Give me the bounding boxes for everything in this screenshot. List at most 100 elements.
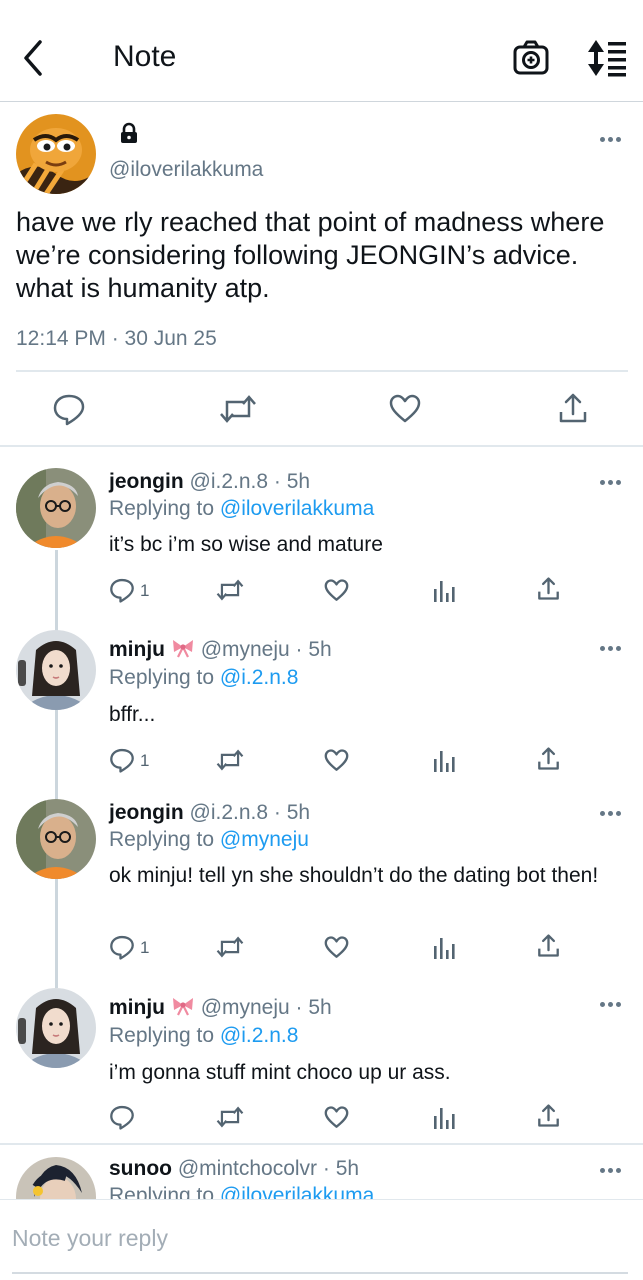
reply-header: sunoo @mintchocolvr · 5h — [109, 1157, 359, 1181]
like-icon — [389, 394, 421, 423]
like-icon — [324, 579, 349, 601]
reply-icon — [110, 578, 134, 603]
post-text: have we rly reached that point of madnes… — [16, 207, 605, 303]
replying-to: Replying to @iloverilakkuma — [109, 497, 374, 521]
share-icon — [559, 393, 587, 423]
author-handle[interactable]: @iloverilakkuma — [109, 158, 263, 182]
mention-link[interactable]: @i.2.n.8 — [220, 1024, 299, 1047]
retweet-button[interactable] — [216, 579, 244, 606]
like-icon — [324, 749, 349, 771]
handle[interactable]: @i.2.n.8 — [190, 801, 269, 824]
camera-icon — [513, 40, 549, 75]
reply-input[interactable] — [12, 1220, 622, 1256]
share-button[interactable] — [558, 392, 588, 429]
display-name[interactable]: minju — [109, 996, 165, 1019]
replying-label: Replying to — [109, 666, 220, 689]
more-options-icon[interactable] — [598, 998, 624, 1012]
mention-link[interactable]: @iloverilakkuma — [220, 1184, 374, 1199]
reply-button[interactable] — [109, 577, 135, 608]
chevron-left-icon — [24, 40, 42, 76]
divider — [16, 370, 628, 372]
reply-icon — [110, 935, 134, 960]
back-button[interactable] — [18, 38, 52, 78]
views-button[interactable] — [433, 749, 455, 778]
time-ago: · 5h — [322, 1157, 360, 1180]
retweet-button[interactable] — [216, 936, 244, 963]
analytics-icon — [434, 938, 455, 959]
sort-button[interactable] — [584, 38, 628, 78]
views-button[interactable] — [433, 936, 455, 965]
retweet-icon — [220, 395, 256, 423]
display-name[interactable]: jeongin — [109, 470, 184, 493]
reply-button[interactable] — [52, 392, 86, 431]
more-options-icon[interactable] — [598, 807, 624, 821]
like-button[interactable] — [324, 579, 349, 607]
share-button[interactable] — [537, 1103, 560, 1133]
more-options-icon[interactable] — [598, 133, 624, 147]
reply-button[interactable] — [109, 934, 135, 965]
divider — [0, 1143, 643, 1145]
handle[interactable]: @myneju — [201, 996, 290, 1019]
mention-link[interactable]: @iloverilakkuma — [220, 497, 374, 520]
handle[interactable]: @mintchocolvr — [178, 1157, 317, 1180]
share-button[interactable] — [537, 933, 560, 963]
avatar[interactable] — [16, 799, 96, 879]
replying-label: Replying to — [109, 828, 220, 851]
like-button[interactable] — [324, 749, 349, 777]
share-icon — [538, 934, 559, 957]
retweet-icon — [216, 936, 244, 958]
reply-text: i’m gonna stuff mint choco up ur ass. — [109, 1061, 451, 1084]
analytics-icon — [434, 1108, 455, 1129]
mention-link[interactable]: @myneju — [220, 828, 309, 851]
retweet-button[interactable] — [216, 749, 244, 776]
reply-icon — [110, 1105, 134, 1130]
post-timestamp: 12:14 PM · 30 Jun 25 — [16, 327, 217, 350]
replying-to: Replying to @i.2.n.8 — [109, 1024, 298, 1048]
like-button[interactable] — [324, 1106, 349, 1134]
mention-link[interactable]: @i.2.n.8 — [220, 666, 299, 689]
avatar-image — [16, 988, 96, 1068]
replying-to: Replying to @iloverilakkuma — [109, 1184, 374, 1199]
avatar[interactable] — [16, 114, 96, 194]
share-icon — [538, 1104, 559, 1127]
reply-button[interactable] — [109, 747, 135, 778]
reply-count: 1 — [140, 581, 150, 600]
display-name[interactable]: jeongin — [109, 801, 184, 824]
handle[interactable]: @myneju — [201, 638, 290, 661]
like-icon — [324, 1106, 349, 1128]
retweet-button[interactable] — [216, 1106, 244, 1133]
views-button[interactable] — [433, 579, 455, 608]
display-name[interactable]: sunoo — [109, 1157, 172, 1180]
reply-item[interactable]: sunoo @mintchocolvr · 5h Replying to @il… — [0, 1155, 643, 1199]
reply-button[interactable] — [109, 1104, 135, 1135]
avatar[interactable] — [16, 630, 96, 710]
reply-header: minju @myneju · 5h — [109, 996, 332, 1020]
views-button[interactable] — [433, 1106, 455, 1135]
avatar[interactable] — [16, 1157, 96, 1199]
ribbon-icon — [172, 998, 193, 1016]
handle[interactable]: @i.2.n.8 — [190, 470, 269, 493]
display-name[interactable]: minju — [109, 638, 165, 661]
analytics-icon — [434, 751, 455, 772]
reply-text: ok minju! tell yn she shouldn’t do the d… — [109, 864, 599, 887]
share-button[interactable] — [537, 746, 560, 776]
avatar-image — [16, 468, 96, 548]
replying-to: Replying to @myneju — [109, 828, 309, 852]
like-button[interactable] — [389, 394, 421, 429]
avatar-image — [16, 114, 96, 194]
more-options-icon[interactable] — [598, 476, 624, 490]
more-options-icon[interactable] — [598, 642, 624, 656]
time-ago: · 5h — [273, 470, 311, 493]
camera-button[interactable] — [512, 39, 550, 77]
share-button[interactable] — [537, 576, 560, 606]
time-ago: · 5h — [273, 801, 311, 824]
time-ago: · 5h — [295, 638, 332, 661]
like-button[interactable] — [324, 936, 349, 964]
retweet-button[interactable] — [219, 394, 257, 429]
more-options-icon[interactable] — [598, 1164, 624, 1178]
avatar[interactable] — [16, 468, 96, 548]
avatar[interactable] — [16, 988, 96, 1068]
lock-icon — [118, 122, 140, 144]
avatar-image — [16, 630, 96, 710]
analytics-icon — [434, 581, 455, 602]
